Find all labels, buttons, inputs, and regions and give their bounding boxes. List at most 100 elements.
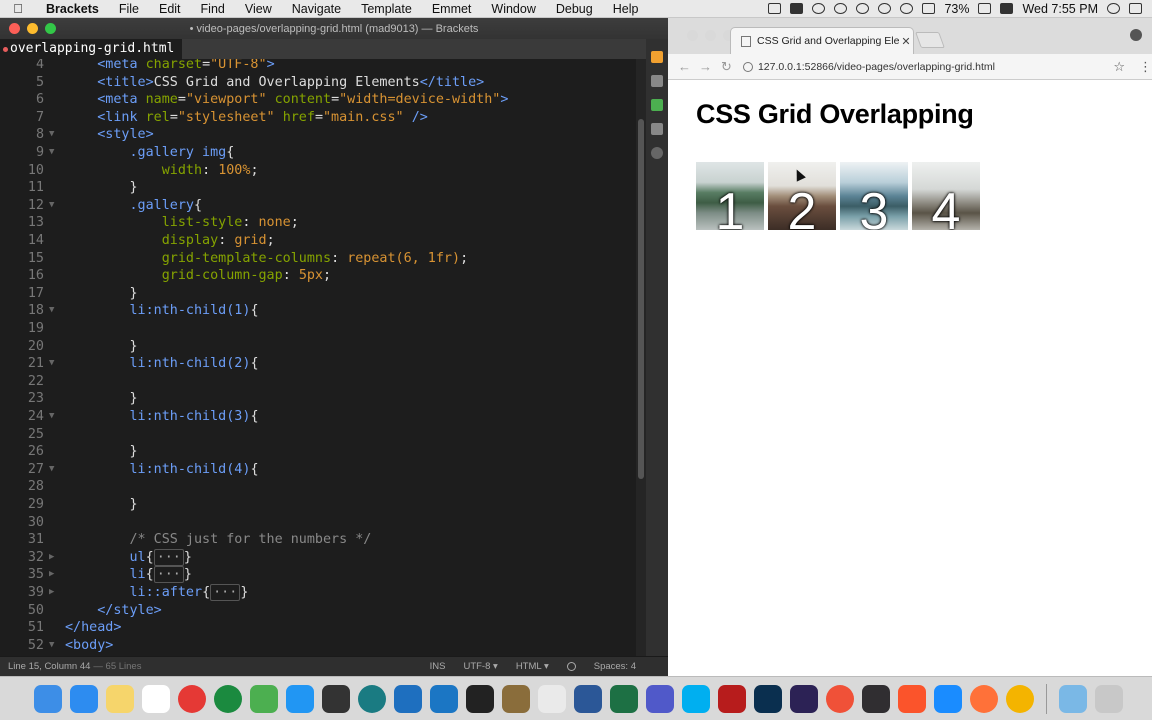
- code-line[interactable]: 52 ▼ <body>: [0, 637, 636, 655]
- sourcetree-icon[interactable]: [214, 684, 242, 713]
- input-source-icon[interactable]: [1000, 3, 1014, 14]
- fold-toggle-icon[interactable]: ▼: [49, 302, 59, 320]
- screen-recorder-icon[interactable]: [768, 3, 782, 14]
- gitkraken-icon[interactable]: [358, 684, 386, 713]
- address-bar[interactable]: 127.0.0.1:52866/video-pages/overlapping-…: [742, 56, 1105, 78]
- menu-window[interactable]: Window: [481, 2, 545, 16]
- browser-minimize-button[interactable]: [705, 30, 716, 41]
- fold-toggle-icon[interactable]: ▼: [49, 197, 59, 215]
- code-line[interactable]: 27 ▼ li:nth-child(4){: [0, 461, 636, 479]
- profile-icon[interactable]: [1130, 29, 1142, 41]
- vscode-icon[interactable]: [394, 684, 422, 713]
- github-icon[interactable]: [322, 684, 350, 713]
- editor-scrollbar[interactable]: [636, 59, 646, 656]
- brackets-icon[interactable]: [430, 684, 458, 713]
- code-text[interactable]: <style>: [65, 126, 153, 144]
- code-text[interactable]: li:nth-child(3){: [65, 408, 259, 426]
- code-text[interactable]: }: [65, 338, 137, 356]
- code-line[interactable]: 31 /* CSS just for the numbers */: [0, 531, 636, 549]
- files-icon[interactable]: [286, 684, 314, 713]
- code-text[interactable]: li::after{···}: [65, 584, 248, 602]
- app-store-icon[interactable]: [70, 684, 98, 713]
- code-line[interactable]: 5 <title>CSS Grid and Overlapping Elemen…: [0, 74, 636, 92]
- photoshop-icon[interactable]: [754, 684, 782, 713]
- finder-icon[interactable]: [34, 684, 62, 713]
- browser-menu-icon[interactable]: ⋮: [1139, 59, 1152, 75]
- code-line[interactable]: 35 ▶ li{···}: [0, 566, 636, 584]
- code-line[interactable]: 32 ▶ ul{···}: [0, 548, 636, 567]
- code-line[interactable]: 11 }: [0, 179, 636, 197]
- indent-setting[interactable]: Spaces: 4: [594, 661, 636, 672]
- language-select[interactable]: HTML ▾: [516, 661, 549, 672]
- close-tab-icon[interactable]: ✕: [899, 35, 913, 48]
- menu-edit[interactable]: Edit: [149, 2, 191, 16]
- code-line[interactable]: 9 ▼ .gallery img{: [0, 144, 636, 162]
- code-text[interactable]: li:nth-child(4){: [65, 461, 259, 479]
- code-line[interactable]: 20 }: [0, 338, 636, 356]
- code-text[interactable]: display: grid;: [65, 232, 275, 250]
- code-text[interactable]: li:nth-child(2){: [65, 355, 259, 373]
- code-line[interactable]: 12 ▼ .gallery{: [0, 197, 636, 215]
- apple-menu-icon[interactable]: : [0, 1, 36, 16]
- code-text[interactable]: list-style: none;: [65, 214, 299, 232]
- menu-template[interactable]: Template: [351, 2, 422, 16]
- code-line[interactable]: 23 }: [0, 390, 636, 408]
- code-text[interactable]: </head>: [65, 619, 121, 637]
- word-icon[interactable]: [574, 684, 602, 713]
- fold-toggle-icon[interactable]: ▼: [49, 408, 59, 426]
- code-text[interactable]: <title>CSS Grid and Overlapping Elements…: [65, 74, 484, 92]
- live-preview-icon[interactable]: [651, 51, 663, 63]
- fold-toggle-icon[interactable]: ▼: [49, 126, 59, 144]
- lightbulb-icon[interactable]: [651, 147, 663, 159]
- code-text[interactable]: <link rel="stylesheet" href="main.css" /…: [65, 109, 428, 127]
- code-text[interactable]: }: [65, 390, 137, 408]
- notes-icon[interactable]: [106, 684, 134, 713]
- code-text[interactable]: <body>: [65, 637, 113, 655]
- code-line[interactable]: 18 ▼ li:nth-child(1){: [0, 302, 636, 320]
- menu-file[interactable]: File: [109, 2, 149, 16]
- code-line[interactable]: 26 }: [0, 443, 636, 461]
- code-line[interactable]: 22: [0, 373, 636, 391]
- code-line[interactable]: 15 grid-template-columns: repeat(6, 1fr)…: [0, 250, 636, 268]
- camera-icon[interactable]: [790, 3, 804, 14]
- chrome-icon[interactable]: [178, 684, 206, 713]
- code-text[interactable]: <meta name="viewport" content="width=dev…: [65, 91, 508, 109]
- time-machine-icon[interactable]: [856, 3, 870, 14]
- clock[interactable]: Wed 7:55 PM: [1022, 2, 1098, 16]
- cursor-position[interactable]: Line 15, Column 44: [0, 661, 90, 672]
- bookmark-star-icon[interactable]: ☆: [1113, 59, 1125, 75]
- menu-help[interactable]: Help: [603, 2, 649, 16]
- firefox-icon[interactable]: [970, 684, 998, 713]
- bluetooth-icon[interactable]: [878, 3, 892, 14]
- code-line[interactable]: 7 <link rel="stylesheet" href="main.css"…: [0, 109, 636, 127]
- calendar-icon[interactable]: [142, 684, 170, 713]
- eclipse-icon[interactable]: [790, 684, 818, 713]
- code-text[interactable]: grid-template-columns: repeat(6, 1fr);: [65, 250, 468, 268]
- menu-view[interactable]: View: [235, 2, 282, 16]
- code-line[interactable]: 14 display: grid;: [0, 232, 636, 250]
- fold-toggle-icon[interactable]: ▶: [49, 549, 59, 567]
- safari-icon[interactable]: [934, 684, 962, 713]
- forward-icon[interactable]: →: [695, 59, 716, 74]
- file-tab[interactable]: overlapping-grid.html: [0, 39, 183, 59]
- accessibility-icon[interactable]: [834, 3, 848, 14]
- code-line[interactable]: 6 <meta name="viewport" content="width=d…: [0, 91, 636, 109]
- reload-icon[interactable]: ↻: [716, 59, 737, 75]
- code-line[interactable]: 10 width: 100%;: [0, 162, 636, 180]
- code-line[interactable]: 19: [0, 320, 636, 338]
- new-tab-button[interactable]: [915, 32, 945, 48]
- terminal-icon[interactable]: [466, 684, 494, 713]
- code-text[interactable]: }: [65, 179, 137, 197]
- url-text[interactable]: 127.0.0.1:52866/video-pages/overlapping-…: [758, 61, 995, 73]
- swift-icon[interactable]: [826, 684, 854, 713]
- code-text[interactable]: width: 100%;: [65, 162, 259, 180]
- insert-mode[interactable]: INS: [430, 661, 446, 672]
- code-line[interactable]: 17 }: [0, 285, 636, 303]
- file-tree-icon[interactable]: [651, 123, 663, 135]
- trash-icon[interactable]: [1095, 684, 1123, 713]
- code-line[interactable]: 21 ▼ li:nth-child(2){: [0, 355, 636, 373]
- code-text[interactable]: </style>: [65, 602, 162, 620]
- volume-icon[interactable]: [922, 3, 936, 14]
- code-line[interactable]: 28: [0, 478, 636, 496]
- code-line[interactable]: 39 ▶ li::after{···}: [0, 584, 636, 602]
